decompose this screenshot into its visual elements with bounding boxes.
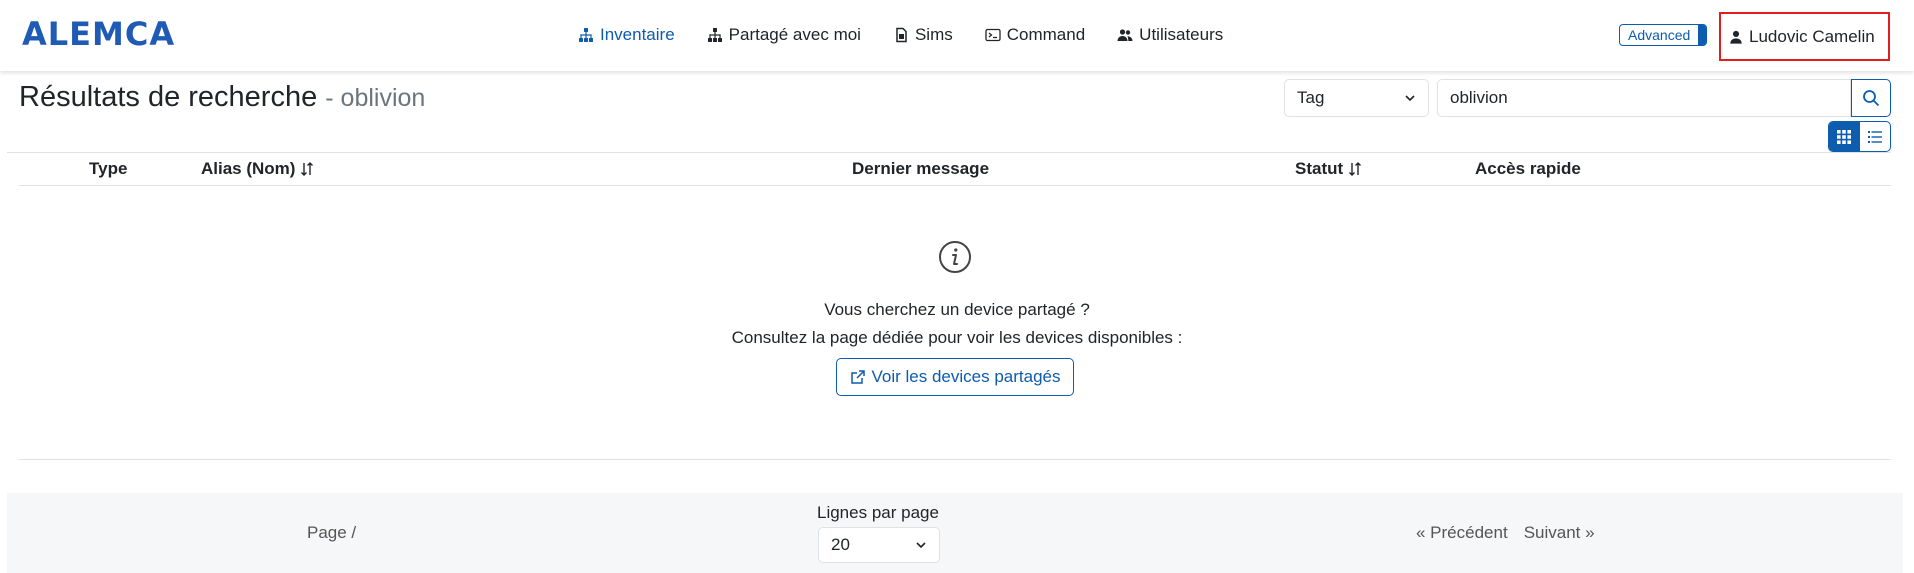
column-header-label: Statut [1295, 159, 1344, 178]
page-title-text: Résultats de recherche [19, 81, 318, 113]
column-header-label: Type [89, 159, 128, 178]
sort-icon[interactable] [299, 161, 315, 177]
nav-item-partage[interactable]: Partagé avec moi [707, 22, 861, 48]
table-bottom-divider [19, 459, 1891, 460]
nav-item-label: Partagé avec moi [728, 25, 861, 44]
search-icon [1863, 90, 1880, 107]
external-link-icon [850, 370, 865, 384]
advanced-mode-toggle[interactable]: Advanced [1619, 24, 1708, 46]
rows-per-page-select[interactable]: 20 [818, 527, 940, 563]
sim-card-icon [896, 27, 907, 43]
column-header-label: Accès rapide [1475, 159, 1581, 178]
search-query-subtitle: - oblivion [325, 84, 426, 112]
column-header-type: Type [89, 158, 127, 180]
list-icon [1867, 130, 1882, 143]
search-button[interactable] [1851, 79, 1891, 117]
nav-item-sims[interactable]: Sims [893, 22, 953, 48]
view-mode-toggle [1828, 121, 1891, 152]
top-navbar: ALEMCA Inventaire Partagé avec moi Sims … [0, 0, 1914, 71]
user-icon [1730, 30, 1742, 44]
previous-page-link[interactable]: « Précédent [1416, 522, 1508, 544]
search-input[interactable] [1437, 79, 1851, 117]
nav-item-label: Sims [914, 25, 953, 44]
column-header-statut[interactable]: Statut [1295, 158, 1363, 180]
pager: « Précédent Suivant » [1416, 522, 1595, 544]
page-title: Résultats de recherche - oblivion [19, 80, 425, 115]
sitemap-icon [579, 28, 593, 42]
nav-item-utilisateurs[interactable]: Utilisateurs [1117, 22, 1223, 48]
users-icon [1117, 29, 1133, 41]
column-header-label: Alias (Nom) [201, 159, 296, 178]
advanced-label: Advanced [1628, 27, 1691, 43]
brand-logo[interactable]: ALEMCA [22, 16, 175, 52]
column-header-dernier-message: Dernier message [852, 158, 989, 180]
table-top-divider [7, 152, 1891, 153]
info-icon [939, 241, 971, 273]
grid-view-button[interactable] [1829, 122, 1860, 151]
button-label: Voir les devices partagés [871, 367, 1061, 386]
empty-state-question: Vous cherchez un device partagé ? [824, 300, 1090, 319]
user-menu[interactable]: Ludovic Camelin [1719, 12, 1890, 61]
chevron-down-icon [916, 542, 926, 549]
grid-icon [1837, 129, 1852, 144]
nav-item-command[interactable]: Command [985, 22, 1085, 48]
empty-state-hint: Consultez la page dédiée pour voir les d… [731, 328, 1183, 347]
next-page-link[interactable]: Suivant » [1524, 522, 1595, 544]
rows-per-page-label: Lignes par page [817, 503, 939, 522]
list-view-button[interactable] [1860, 122, 1891, 151]
nav-item-label: Inventaire [600, 25, 675, 44]
chevron-down-icon [1405, 95, 1415, 102]
page-info: Page / [307, 523, 357, 542]
nav-item-inventaire[interactable]: Inventaire [578, 22, 675, 48]
sitemap-icon [707, 28, 722, 42]
terminal-icon [985, 28, 1001, 42]
pagination-footer [7, 493, 1903, 573]
rows-per-page-value: 20 [831, 535, 850, 554]
nav-item-label: Command [1006, 25, 1086, 44]
sort-icon[interactable] [1347, 161, 1363, 177]
column-header-alias[interactable]: Alias (Nom) [201, 158, 315, 180]
main-nav: Inventaire Partagé avec moi Sims Command [578, 22, 1223, 48]
toggle-knob [1698, 25, 1707, 45]
nav-item-label: Utilisateurs [1139, 25, 1224, 44]
view-shared-devices-button[interactable]: Voir les devices partagés [836, 358, 1074, 396]
search-type-select[interactable]: Tag [1284, 79, 1429, 117]
column-header-acces-rapide: Accès rapide [1475, 158, 1581, 180]
column-header-label: Dernier message [852, 159, 990, 178]
user-name: Ludovic Camelin [1749, 26, 1875, 46]
search-type-value: Tag [1297, 88, 1325, 107]
table-header-divider [19, 185, 1891, 186]
